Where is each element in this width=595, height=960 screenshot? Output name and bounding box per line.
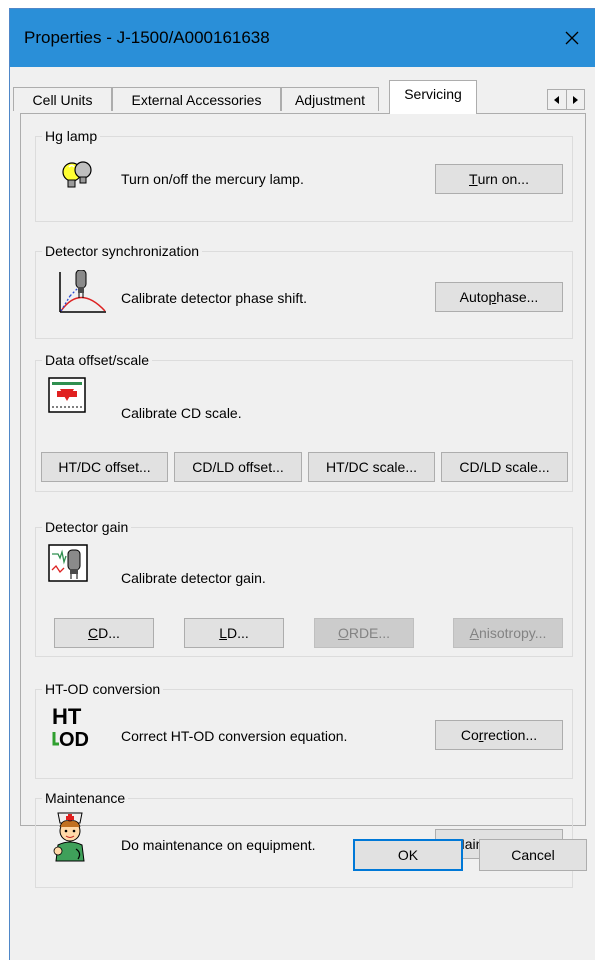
od-label: OD	[59, 729, 89, 751]
button-mnemonic: T	[469, 171, 478, 187]
tab-label: Adjustment	[294, 91, 366, 108]
triangle-left-icon	[553, 95, 559, 104]
ht-label: HT	[52, 704, 82, 729]
button-mnemonic: L	[219, 625, 227, 641]
button-mnemonic: C	[88, 625, 99, 641]
group-description: Calibrate detector phase shift.	[121, 290, 307, 306]
tab-scroll-arrows	[547, 89, 585, 110]
group-description: Calibrate detector gain.	[121, 570, 266, 586]
tab-scroll-left-button[interactable]	[548, 90, 566, 109]
button-label: nisotropy...	[478, 625, 547, 641]
title-bar[interactable]: Properties - J-1500/A000161638	[10, 9, 595, 67]
group-data-offset: Data offset/scale Calibrate CD scale. HT…	[35, 351, 573, 492]
button-mnemonic: p	[488, 289, 497, 305]
tab-label: Cell Units	[32, 91, 93, 108]
triangle-right-icon	[573, 95, 579, 104]
tab-adjustment[interactable]: Adjustment	[281, 87, 379, 111]
group-description: Calibrate CD scale.	[121, 405, 242, 421]
button-label: D...	[98, 625, 120, 641]
group-title: Data offset/scale	[42, 351, 153, 369]
button-mnemonic: A	[469, 625, 479, 641]
tab-label: External Accessories	[131, 91, 262, 108]
ld-gain-button[interactable]: L D...	[184, 618, 284, 648]
tab-scroll-right-button[interactable]	[565, 90, 585, 109]
cd-ld-scale-button[interactable]: CD/LD scale...	[441, 452, 568, 482]
group-title: Detector synchronization	[42, 242, 203, 260]
tab-label: Servicing	[404, 86, 462, 102]
button-label: rection...	[483, 727, 538, 743]
button-label: urn on...	[477, 171, 529, 187]
tab-cell-units[interactable]: Cell Units	[13, 87, 112, 111]
group-title: Hg lamp	[42, 127, 101, 145]
group-description: Do maintenance on equipment.	[121, 837, 316, 853]
anisotropy-gain-button: Anisotropy...	[453, 618, 563, 648]
nurse-icon	[53, 812, 85, 862]
auto-phase-button[interactable]: Auto p hase...	[435, 282, 563, 312]
phase-curve-icon	[59, 270, 106, 313]
button-label: RDE...	[348, 625, 391, 641]
button-label: Co	[460, 727, 479, 743]
group-description: Correct HT-OD conversion equation.	[121, 728, 348, 744]
button-label: D...	[227, 625, 249, 641]
button-label: hase...	[496, 289, 539, 305]
cd-gain-button[interactable]: C D...	[54, 618, 154, 648]
ht-dc-offset-button[interactable]: HT/DC offset...	[41, 452, 168, 482]
tab-strip: Cell Units External Accessories Adjustme…	[10, 67, 595, 114]
close-icon	[565, 31, 579, 45]
tab-servicing[interactable]: Servicing	[389, 80, 477, 114]
cd-scale-icon	[48, 377, 86, 413]
group-detector-sync: Detector synchronization Calibrate detec…	[35, 242, 573, 339]
group-hg-lamp: Hg lamp Turn on/off the mercury lamp. Tu…	[35, 127, 573, 222]
correction-button[interactable]: Co r rection...	[435, 720, 563, 750]
group-title: HT-OD conversion	[42, 680, 164, 698]
group-title: Maintenance	[42, 789, 129, 807]
orde-gain-button: O RDE...	[314, 618, 414, 648]
cd-ld-offset-button[interactable]: CD/LD offset...	[174, 452, 302, 482]
close-button[interactable]	[549, 9, 595, 67]
button-label: Auto	[459, 289, 489, 305]
ht-dc-scale-button[interactable]: HT/DC scale...	[308, 452, 435, 482]
group-detector-gain: Detector gain Calibrate detector gain. C…	[35, 518, 573, 657]
cancel-button[interactable]: Cancel	[479, 839, 587, 871]
tab-external-accessories[interactable]: External Accessories	[112, 87, 281, 111]
group-ht-od: HT-OD conversion HT OD Correct HT-OD con…	[35, 680, 573, 779]
group-description: Turn on/off the mercury lamp.	[121, 171, 304, 187]
ht-od-icon: HT OD	[46, 706, 96, 752]
lightbulbs-icon	[62, 161, 92, 188]
detector-gain-icon	[48, 544, 88, 582]
ok-button[interactable]: OK	[353, 839, 463, 871]
window-title: Properties - J-1500/A000161638	[24, 28, 270, 47]
servicing-panel: Hg lamp Turn on/off the mercury lamp. Tu…	[20, 113, 586, 888]
button-mnemonic: O	[337, 625, 349, 641]
properties-dialog: Properties - J-1500/A000161638 Cell Unit…	[9, 8, 595, 960]
turn-on-button[interactable]: Turn on...	[435, 164, 563, 194]
group-title: Detector gain	[42, 518, 132, 536]
